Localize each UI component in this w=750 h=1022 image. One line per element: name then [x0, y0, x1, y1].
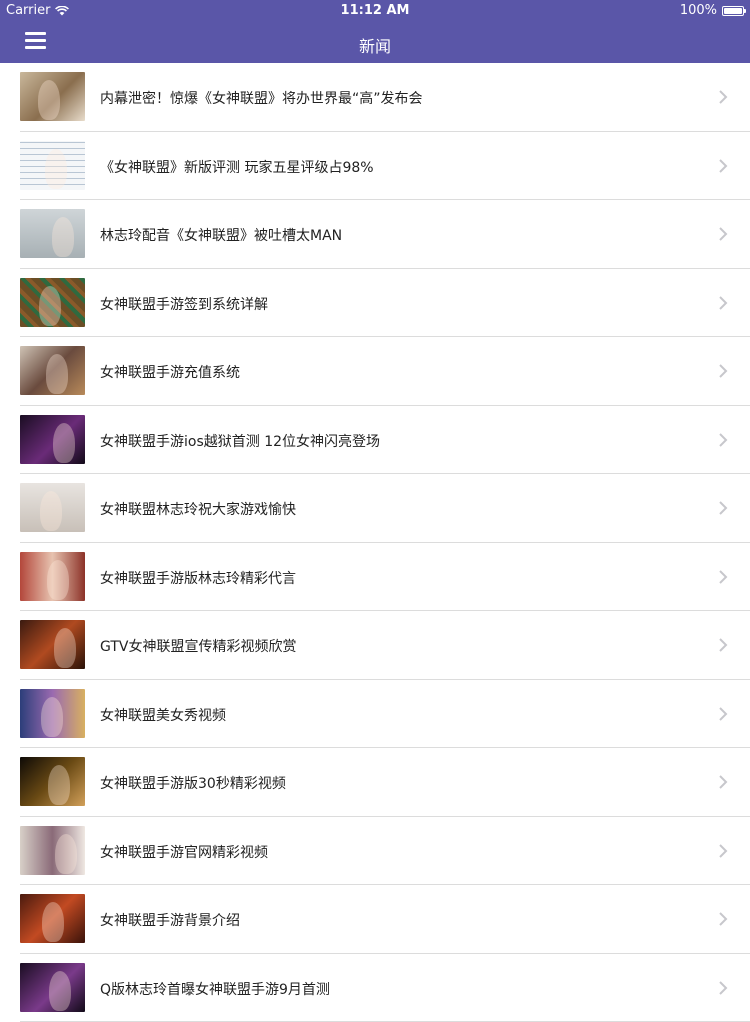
- news-thumbnail: [20, 415, 85, 464]
- chevron-right-icon: [717, 570, 729, 584]
- news-thumbnail: [20, 483, 85, 532]
- chevron-right-icon: [717, 501, 729, 515]
- news-thumbnail: [20, 278, 85, 327]
- thumbnail-figure: [47, 560, 69, 600]
- news-title: 女神联盟手游版林志玲精彩代言: [100, 568, 296, 588]
- news-thumbnail: [20, 552, 85, 601]
- list-item[interactable]: 女神联盟手游ios越狱首测 12位女神闪亮登场: [0, 406, 750, 475]
- chevron-right-icon: [717, 912, 729, 926]
- news-thumbnail: [20, 757, 85, 806]
- news-thumbnail: [20, 72, 85, 121]
- chevron-right-icon: [717, 90, 729, 104]
- chevron-right-icon: [717, 364, 729, 378]
- thumbnail-figure: [42, 902, 64, 942]
- news-thumbnail: [20, 963, 85, 1012]
- news-thumbnail: [20, 209, 85, 258]
- status-time: 11:12 AM: [0, 3, 750, 18]
- news-title: 女神联盟林志玲祝大家游戏愉快: [100, 499, 296, 519]
- news-thumbnail: [20, 826, 85, 875]
- news-title: 女神联盟手游签到系统详解: [100, 294, 268, 314]
- news-thumbnail: [20, 620, 85, 669]
- news-thumbnail: [20, 346, 85, 395]
- news-title: 林志玲配音《女神联盟》被吐槽太MAN: [100, 225, 342, 245]
- list-item[interactable]: 女神联盟手游背景介绍: [0, 885, 750, 954]
- thumbnail-figure: [39, 286, 61, 326]
- list-item[interactable]: GTV女神联盟宣传精彩视频欣赏: [0, 611, 750, 680]
- thumbnail-figure: [40, 491, 62, 531]
- status-right: 100%: [680, 3, 744, 18]
- list-item[interactable]: 女神联盟手游版30秒精彩视频: [0, 748, 750, 817]
- thumbnail-figure: [49, 971, 71, 1011]
- status-bar: Carrier 11:12 AM 100%: [0, 0, 750, 22]
- news-title: GTV女神联盟宣传精彩视频欣赏: [100, 636, 296, 656]
- news-title: 女神联盟手游背景介绍: [100, 910, 240, 930]
- list-item[interactable]: 林志玲配音《女神联盟》被吐槽太MAN: [0, 200, 750, 269]
- news-title: 内幕泄密！惊爆《女神联盟》将办世界最“高”发布会: [100, 88, 423, 108]
- battery-percent: 100%: [680, 3, 717, 18]
- list-item[interactable]: 女神联盟林志玲祝大家游戏愉快: [0, 474, 750, 543]
- news-title: 《女神联盟》新版评测 玩家五星评级占98%: [100, 157, 374, 177]
- thumbnail-figure: [45, 149, 67, 189]
- navigation-bar: 新闻: [0, 22, 750, 63]
- news-thumbnail: [20, 689, 85, 738]
- chevron-right-icon: [717, 775, 729, 789]
- page-title: 新闻: [0, 33, 750, 57]
- list-item[interactable]: 女神联盟手游充值系统: [0, 337, 750, 406]
- thumbnail-figure: [53, 423, 75, 463]
- news-title: 女神联盟手游充值系统: [100, 362, 240, 382]
- thumbnail-figure: [52, 217, 74, 257]
- chevron-right-icon: [717, 707, 729, 721]
- list-item[interactable]: 女神联盟手游官网精彩视频: [0, 817, 750, 886]
- chevron-right-icon: [717, 433, 729, 447]
- news-title: 女神联盟美女秀视频: [100, 705, 226, 725]
- thumbnail-figure: [54, 628, 76, 668]
- list-item[interactable]: 《女神联盟》新版评测 玩家五星评级占98%: [0, 132, 750, 201]
- news-title: 女神联盟手游ios越狱首测 12位女神闪亮登场: [100, 431, 380, 451]
- thumbnail-figure: [48, 765, 70, 805]
- chevron-right-icon: [717, 296, 729, 310]
- thumbnail-figure: [38, 80, 60, 120]
- battery-icon: [722, 6, 744, 16]
- news-list: 内幕泄密！惊爆《女神联盟》将办世界最“高”发布会《女神联盟》新版评测 玩家五星评…: [0, 63, 750, 1022]
- chevron-right-icon: [717, 638, 729, 652]
- thumbnail-figure: [41, 697, 63, 737]
- list-item[interactable]: 女神联盟手游签到系统详解: [0, 269, 750, 338]
- chevron-right-icon: [717, 844, 729, 858]
- news-title: 女神联盟手游版30秒精彩视频: [100, 773, 286, 793]
- thumbnail-figure: [55, 834, 77, 874]
- chevron-right-icon: [717, 981, 729, 995]
- list-item[interactable]: 女神联盟美女秀视频: [0, 680, 750, 749]
- chevron-right-icon: [717, 159, 729, 173]
- news-title: Q版林志玲首曝女神联盟手游9月首测: [100, 979, 330, 999]
- chevron-right-icon: [717, 227, 729, 241]
- news-title: 女神联盟手游官网精彩视频: [100, 842, 268, 862]
- list-item[interactable]: Q版林志玲首曝女神联盟手游9月首测: [0, 954, 750, 1022]
- list-item[interactable]: 内幕泄密！惊爆《女神联盟》将办世界最“高”发布会: [0, 63, 750, 132]
- news-thumbnail: [20, 141, 85, 190]
- list-item[interactable]: 女神联盟手游版林志玲精彩代言: [0, 543, 750, 612]
- thumbnail-figure: [46, 354, 68, 394]
- news-thumbnail: [20, 894, 85, 943]
